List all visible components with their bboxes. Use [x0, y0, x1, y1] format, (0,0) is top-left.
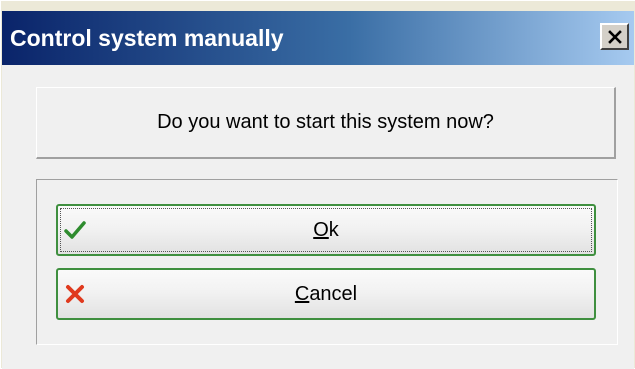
- ok-button[interactable]: Ok: [56, 204, 596, 256]
- ok-button-label: Ok: [58, 219, 594, 242]
- question-panel: Do you want to start this system now?: [36, 87, 616, 159]
- ok-mnemonic: O: [313, 219, 329, 241]
- window-title: Control system manually: [10, 25, 284, 51]
- close-button[interactable]: [600, 23, 629, 50]
- dialog-body: Do you want to start this system now? Ok…: [2, 65, 634, 369]
- question-text: Do you want to start this system now?: [157, 111, 494, 133]
- cancel-button-label: Cancel: [58, 283, 594, 306]
- cancel-button[interactable]: Cancel: [56, 268, 596, 320]
- cancel-mnemonic: C: [294, 283, 310, 305]
- ok-label-rest: k: [328, 219, 339, 241]
- button-group: Ok Cancel: [36, 179, 618, 345]
- close-icon: [607, 29, 622, 44]
- cancel-label-rest: ancel: [309, 283, 358, 305]
- title-bar[interactable]: Control system manually: [2, 11, 634, 65]
- dialog-window: Control system manually Do you want to s…: [0, 0, 635, 369]
